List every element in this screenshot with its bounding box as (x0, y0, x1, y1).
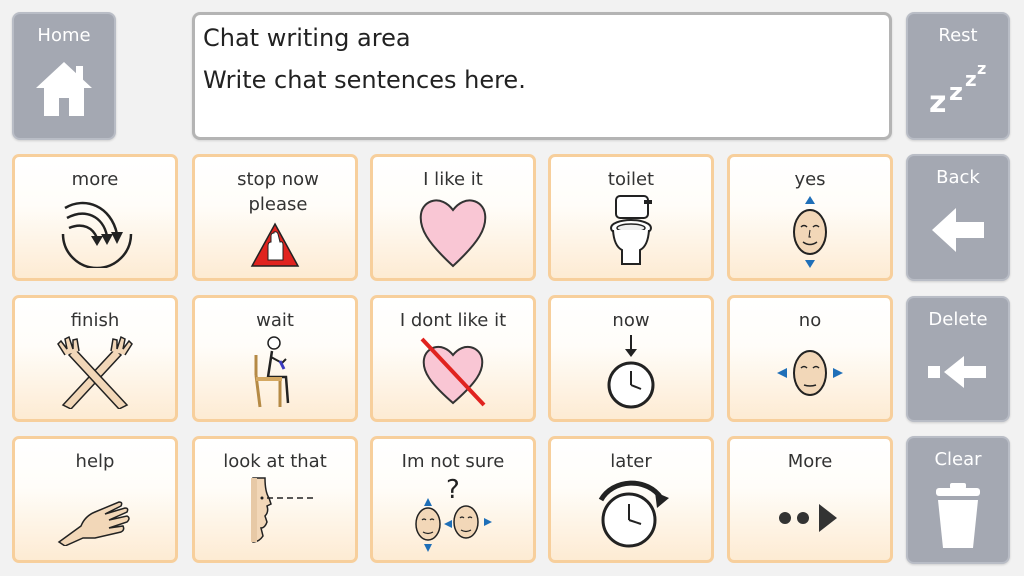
tile-finish[interactable]: finish (12, 295, 178, 422)
home-label: Home (37, 25, 91, 46)
clock-arrow-icon (551, 476, 711, 554)
chat-title: Chat writing area (203, 24, 411, 52)
unsure-faces-icon: ? (373, 476, 533, 554)
tile-label: later (610, 451, 652, 472)
left-arrow-icon (908, 198, 1008, 270)
tile-label: More (787, 451, 833, 472)
helping-hand-icon (15, 476, 175, 554)
more-arrows-icon (15, 194, 175, 272)
tile-toilet[interactable]: toilet (548, 154, 714, 281)
clock-pointer-icon (551, 335, 711, 413)
tile-label: wait (256, 310, 294, 331)
back-label: Back (936, 167, 980, 188)
tile-label: now (612, 310, 650, 331)
tile-label: more (71, 169, 119, 190)
backspace-icon (908, 340, 1008, 412)
tile-label: I like it (423, 169, 483, 190)
chat-text: Write chat sentences here. (203, 66, 526, 94)
rest-label: Rest (938, 25, 978, 46)
svg-text:z: z (965, 67, 977, 91)
clear-label: Clear (934, 449, 982, 470)
trash-bin-icon (908, 480, 1008, 552)
stop-hand-icon (195, 192, 355, 270)
heart-icon (373, 192, 533, 274)
tile-wait[interactable]: wait (192, 295, 358, 422)
tile-help[interactable]: help (12, 436, 178, 563)
tile-label: Im not sure (401, 451, 505, 472)
tile-i-dont-like-it[interactable]: I dont like it (370, 295, 536, 422)
tile-label: no (798, 310, 822, 331)
tile-look-at-that[interactable]: look at that (192, 436, 358, 563)
nodding-face-icon (730, 194, 890, 272)
tile-label: help (75, 451, 115, 472)
next-dots-icon (730, 476, 890, 554)
tile-more-next[interactable]: More (727, 436, 893, 563)
tile-label: finish (70, 310, 120, 331)
home-button[interactable]: Home (12, 12, 116, 140)
chat-writing-area[interactable]: Chat writing area Write chat sentences h… (192, 12, 892, 140)
tile-yes[interactable]: yes (727, 154, 893, 281)
tile-no[interactable]: no (727, 295, 893, 422)
sitting-person-icon (195, 335, 355, 413)
tile-i-like-it[interactable]: I like it (370, 154, 536, 281)
svg-text:z: z (977, 59, 986, 78)
crossed-hands-icon (15, 335, 175, 413)
delete-label: Delete (928, 309, 988, 330)
tile-stop-now-please[interactable]: stop now please (192, 154, 358, 281)
tile-label: look at that (223, 451, 327, 472)
head-shake-icon (730, 335, 890, 413)
tile-label: yes (794, 169, 826, 190)
svg-text:?: ? (446, 476, 460, 505)
clear-button[interactable]: Clear (906, 436, 1010, 564)
svg-text:z: z (949, 78, 963, 106)
home-icon (14, 56, 114, 128)
tile-im-not-sure[interactable]: Im not sure ? (370, 436, 536, 563)
delete-button[interactable]: Delete (906, 296, 1010, 422)
tile-now[interactable]: now (548, 295, 714, 422)
rest-button[interactable]: Rest z z z z (906, 12, 1010, 140)
looking-face-icon (195, 476, 355, 554)
crossed-heart-icon (373, 333, 533, 415)
tile-label: toilet (607, 169, 655, 190)
tile-later[interactable]: later (548, 436, 714, 563)
svg-text:z: z (929, 85, 946, 120)
tile-label: I dont like it (399, 310, 507, 331)
sleep-zzz-icon: z z z z (908, 56, 1008, 128)
back-button[interactable]: Back (906, 154, 1010, 281)
aac-board: Home Chat writing area Write chat senten… (0, 0, 1024, 576)
tile-more[interactable]: more (12, 154, 178, 281)
toilet-icon (551, 194, 711, 272)
